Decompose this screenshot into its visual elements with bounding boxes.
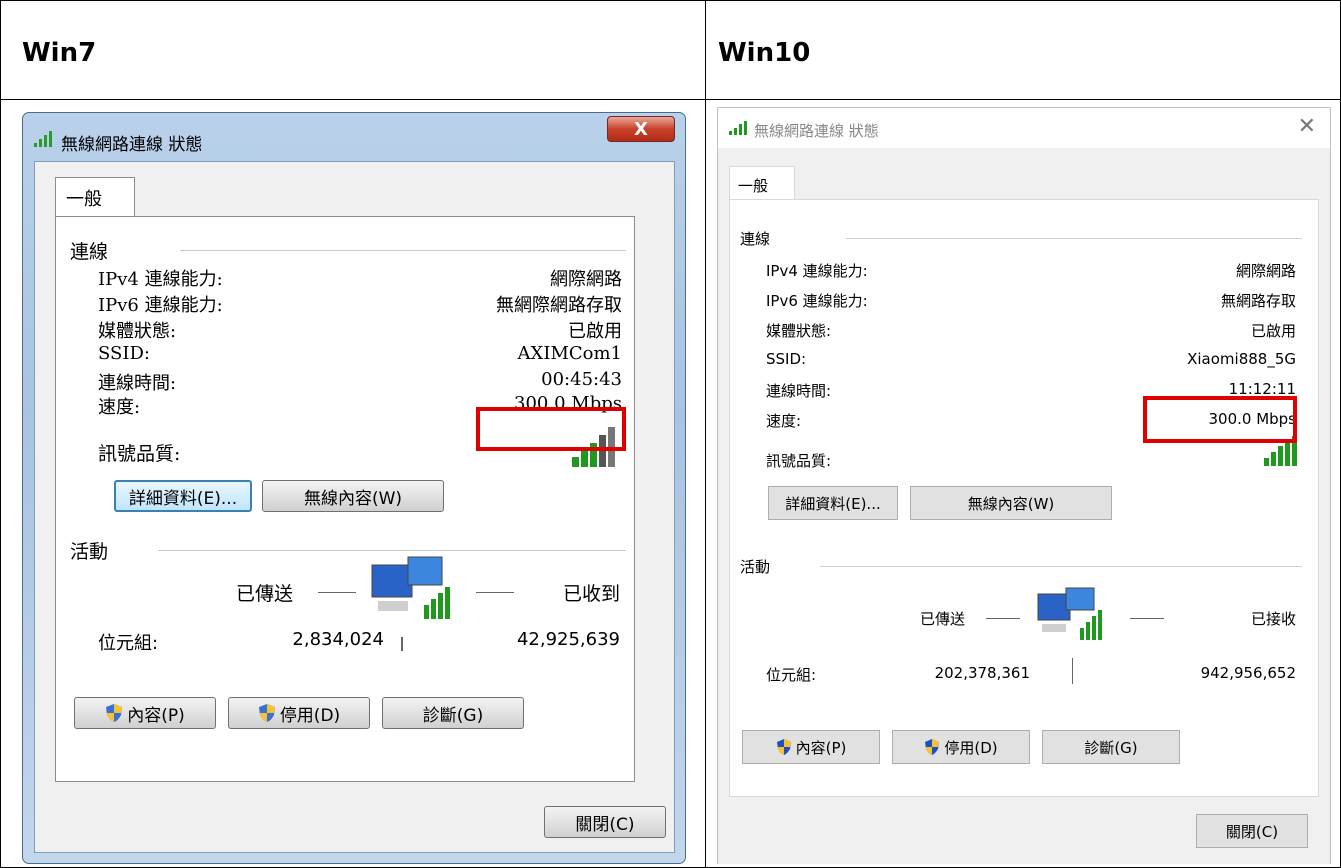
window-title: 無線網路連線 狀態 <box>754 122 879 140</box>
ssid-value: Xiaomi888_5G <box>1187 350 1296 368</box>
disable-label: 停用(D) <box>944 738 998 757</box>
win7-status-dialog: 無線網路連線 狀態 X 一般 連線 IPv4 連線能力: 網際網路 IPv6 連… <box>22 112 686 864</box>
properties-button[interactable]: 內容(P) <box>742 730 880 764</box>
close-window-button[interactable]: X <box>607 116 675 142</box>
section-divider <box>820 566 1302 567</box>
general-panel: 連線 IPv4 連線能力: 網際網路 IPv6 連線能力: 無網路存取 媒體狀態… <box>729 199 1319 797</box>
ipv4-value: 網際網路 <box>1235 262 1296 280</box>
section-activity: 活動 <box>70 541 109 563</box>
activity-divider <box>401 637 403 651</box>
received-connector <box>1130 618 1164 619</box>
dialog-body: 一般 連線 IPv4 連線能力: 網際網路 IPv6 連線能力: 無網路存取 媒… <box>718 148 1330 864</box>
section-connection: 連線 <box>70 241 109 263</box>
shield-icon <box>776 739 791 755</box>
signal-quality-label: 訊號品質: <box>98 443 181 465</box>
signal-icon <box>34 131 52 147</box>
duration-value: 00:45:43 <box>541 369 622 390</box>
shield-icon <box>106 704 123 722</box>
section-activity: 活動 <box>740 558 771 576</box>
diagnose-button[interactable]: 診斷(G) <box>382 697 524 729</box>
properties-label: 內容(P) <box>795 738 847 757</box>
disable-button[interactable]: 停用(D) <box>892 730 1030 764</box>
media-state-value: 已啟用 <box>1250 322 1296 340</box>
window-title: 無線網路連線 狀態 <box>61 135 203 155</box>
section-divider <box>180 250 626 251</box>
media-state-value: 已啟用 <box>568 321 622 342</box>
close-icon: X <box>634 118 648 140</box>
sent-label: 已傳送 <box>920 610 966 628</box>
activity-divider <box>1072 658 1073 684</box>
header-divider <box>0 99 1341 100</box>
speed-highlight-box <box>1143 396 1297 443</box>
ipv4-label: IPv4 連線能力: <box>766 262 868 280</box>
wireless-properties-button[interactable]: 無線內容(W) <box>262 480 444 512</box>
sent-connector <box>986 618 1020 619</box>
close-icon[interactable]: ✕ <box>1298 114 1316 139</box>
ipv6-value: 無網路存取 <box>1220 292 1296 310</box>
section-divider <box>158 550 626 551</box>
properties-label: 內容(P) <box>127 705 185 726</box>
general-panel: 連線 IPv4 連線能力: 網際網路 IPv6 連線能力: 無網際網路存取 媒體… <box>55 216 635 782</box>
bytes-label: 位元組: <box>766 666 817 684</box>
duration-label: 連線時間: <box>766 382 832 400</box>
diagnose-button[interactable]: 診斷(G) <box>1042 730 1180 764</box>
section-connection: 連線 <box>740 230 771 248</box>
details-button[interactable]: 詳細資料(E)... <box>114 480 252 512</box>
disable-label: 停用(D) <box>279 705 341 726</box>
header-win7: Win7 <box>22 38 97 68</box>
bytes-received-value: 42,925,639 <box>516 629 620 650</box>
shield-icon <box>925 739 940 755</box>
duration-label: 連線時間: <box>98 373 177 394</box>
bytes-received-value: 942,956,652 <box>1200 664 1296 682</box>
speed-label: 速度: <box>766 412 802 430</box>
dialog-body: 一般 連線 IPv4 連線能力: 網際網路 IPv6 連線能力: 無網際網路存取… <box>34 161 675 853</box>
details-button[interactable]: 詳細資料(E)... <box>768 486 898 520</box>
properties-button[interactable]: 內容(P) <box>74 697 216 729</box>
sent-label: 已傳送 <box>236 583 294 605</box>
win10-status-dialog: 無線網路連線 狀態 ✕ 一般 連線 IPv4 連線能力: 網際網路 IPv6 連… <box>717 107 1331 864</box>
header-win10: Win10 <box>718 38 811 68</box>
ssid-value: AXIMCom1 <box>517 343 622 364</box>
received-label: 已收到 <box>562 583 620 605</box>
column-divider <box>705 0 706 868</box>
received-connector <box>476 592 514 593</box>
speed-highlight-box <box>476 407 626 451</box>
tab-general[interactable]: 一般 <box>55 177 135 217</box>
bytes-sent-value: 202,378,361 <box>934 664 1030 682</box>
signal-quality-label: 訊號品質: <box>766 452 832 470</box>
tab-general[interactable]: 一般 <box>729 166 795 200</box>
close-button[interactable]: 關閉(C) <box>544 806 666 838</box>
bytes-sent-value: 2,834,024 <box>292 629 384 650</box>
sent-connector <box>318 592 356 593</box>
ssid-label: SSID: <box>98 343 150 364</box>
received-label: 已接收 <box>1250 610 1296 628</box>
close-button[interactable]: 關閉(C) <box>1196 814 1308 848</box>
speed-label: 速度: <box>98 397 141 418</box>
network-computers-icon <box>371 556 450 619</box>
ipv4-value: 網際網路 <box>550 269 622 290</box>
ssid-label: SSID: <box>766 350 807 368</box>
bytes-label: 位元組: <box>98 633 159 654</box>
shield-icon <box>258 704 275 722</box>
media-state-label: 媒體狀態: <box>766 322 832 340</box>
ipv6-value: 無網際網路存取 <box>496 295 622 316</box>
ipv6-label: IPv6 連線能力: <box>98 295 223 316</box>
wireless-properties-button[interactable]: 無線內容(W) <box>910 486 1112 520</box>
media-state-label: 媒體狀態: <box>98 321 177 342</box>
disable-button[interactable]: 停用(D) <box>228 697 370 729</box>
signal-icon <box>729 121 747 135</box>
section-divider <box>846 238 1302 239</box>
ipv6-label: IPv6 連線能力: <box>766 292 868 310</box>
network-computers-icon <box>1037 587 1102 640</box>
ipv4-label: IPv4 連線能力: <box>98 269 223 290</box>
